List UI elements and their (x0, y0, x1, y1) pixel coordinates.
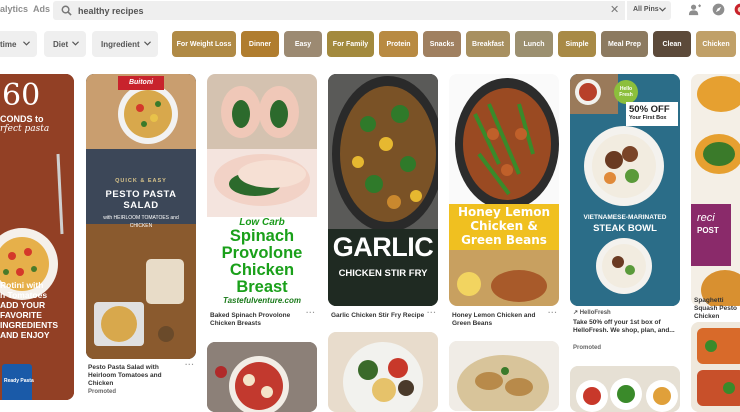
pin-hellofresh-title[interactable]: Take 50% off your 1st box of HelloFresh.… (573, 319, 677, 335)
nav-analytics-link[interactable]: alytics (0, 4, 28, 14)
search-input[interactable] (78, 3, 598, 18)
pin-honey-lemon-image (449, 74, 559, 306)
pin-hellofresh-source-name: HelloFresh (579, 310, 611, 316)
guide-dinner[interactable]: Dinner (241, 31, 279, 57)
clear-search-icon[interactable]: ✕ (610, 3, 619, 16)
guide-chicken[interactable]: Chicken (696, 31, 736, 57)
pin-meal-prep-image (691, 322, 740, 412)
external-link-icon: ↗ (573, 310, 580, 316)
chevron-down-icon (23, 41, 30, 46)
pin-ready-pasta-number: 60 (2, 78, 41, 113)
more-options-icon[interactable]: ··· (548, 308, 558, 317)
pin-pesto-title[interactable]: Pesto Pasta Salad with Heirloom Tomatoes… (88, 364, 188, 388)
guide-clean[interactable]: Clean (653, 31, 691, 57)
pin-burrito-bowl[interactable] (328, 332, 438, 412)
pin-pesto-brand-logo: Buitoni (118, 76, 164, 90)
guide-for-family[interactable]: For Family (327, 31, 374, 57)
pin-meal-prep[interactable] (691, 322, 740, 412)
top-bar: alytics Ads ✕ All Pins (0, 0, 740, 21)
pin-ready-pasta-bottom-text: Rotini with h Tomatoes ADD YOUR FAVORITE… (0, 280, 59, 340)
pin-recipost-title[interactable]: Spaghetti Squash Pesto Chicken (694, 297, 740, 321)
pin-ready-pasta-line2: CONDS to (0, 114, 44, 124)
filter-diet-label: Diet (53, 40, 69, 49)
pin-garlic-stir-fry[interactable]: GARLIC CHICKEN STIR FRY (328, 74, 438, 306)
guide-easy[interactable]: Easy (284, 31, 322, 57)
pin-hellofresh-source[interactable]: ↗ HelloFresh (573, 309, 611, 316)
pin-pesto-pasta[interactable]: Buitoni QUICK & EASY PESTO PASTA SALAD w… (86, 74, 196, 359)
guide-simple[interactable]: Simple (558, 31, 596, 57)
pin-hellofresh-banner-2: STEAK BOWL (593, 223, 657, 234)
pin-hellofresh-offer-1: 50% OFF (629, 104, 670, 115)
pin-spinach-chicken[interactable]: Low Carb Spinach Provolone Chicken Breas… (207, 74, 317, 306)
chevron-down-icon (72, 41, 79, 46)
pin-recipost[interactable]: reci POST (691, 74, 740, 306)
filter-ingredient-dropdown[interactable]: Ingredient (92, 31, 158, 57)
filter-time-label: time (0, 40, 17, 49)
pin-taco-plates[interactable] (570, 366, 680, 412)
search-bar[interactable]: ✕ (53, 1, 625, 20)
pin-ready-pasta-line3: rfect pasta (0, 124, 50, 134)
guide-meal-prep[interactable]: Meal Prep (601, 31, 648, 57)
pin-pesto-tagline: QUICK & EASY (115, 178, 167, 184)
profile-icon[interactable] (688, 3, 701, 16)
guide-lunch[interactable]: Lunch (515, 31, 553, 57)
pin-recipost-logo-2: POST (697, 226, 719, 235)
guide-for-weight-loss[interactable]: For Weight Loss (172, 31, 236, 57)
guide-protein[interactable]: Protein (379, 31, 418, 57)
pin-ready-pasta-brand: Ready Pasta (4, 378, 34, 384)
avatar[interactable] (734, 3, 740, 16)
pin-fruit-bowl-image (207, 342, 317, 412)
pin-spinach-overlay-2: Spinach Provolone Chicken Breast (221, 227, 303, 296)
filter-time-dropdown[interactable]: time (0, 31, 37, 57)
pin-recipost-logo-1: reci (697, 212, 715, 224)
pin-burrito-bowl-image (328, 332, 438, 412)
pin-pesto-heading: PESTO PASTA SALAD (105, 189, 177, 211)
pin-chicken-skillet[interactable] (449, 341, 559, 411)
guide-breakfast[interactable]: Breakfast (466, 31, 510, 57)
pin-hellofresh-promoted: Promoted (573, 345, 602, 351)
pin-pesto-subheading: with HEIRLOOM TOMATOES and CHICKEN (103, 215, 179, 229)
pin-honey-title[interactable]: Honey Lemon Chicken and Green Beans (452, 312, 552, 328)
pin-pesto-promoted: Promoted (88, 389, 117, 395)
search-scope-dropdown[interactable]: All Pins (627, 1, 671, 20)
pin-hellofresh-offer-2: Your First Box (629, 115, 667, 121)
more-options-icon[interactable]: ··· (185, 360, 195, 369)
more-options-icon[interactable]: ··· (427, 308, 437, 317)
pin-recipost-image (691, 74, 740, 306)
compass-icon[interactable] (712, 3, 725, 16)
pin-spinach-site: Tastefulventure.com (223, 296, 301, 305)
pin-hellofresh-logo: Hello Fresh (614, 80, 638, 104)
chevron-down-icon (659, 7, 666, 12)
filter-ingredient-label: Ingredient (101, 40, 140, 49)
search-scope-label: All Pins (633, 6, 659, 13)
pin-hellofresh[interactable]: Hello Fresh 50% OFF Your First Box VIETN… (570, 74, 680, 306)
pin-chicken-skillet-image (449, 341, 559, 411)
pin-garlic-overlay-1: GARLIC (332, 232, 434, 262)
more-options-icon[interactable]: ··· (306, 308, 316, 317)
search-icon (61, 5, 72, 16)
guide-snacks[interactable]: Snacks (423, 31, 461, 57)
pin-hellofresh-offer-box: 50% OFF Your First Box (626, 102, 678, 126)
pin-ready-pasta[interactable]: 60 CONDS to rfect pasta Rotini with h To… (0, 74, 74, 400)
pin-taco-plates-image (570, 366, 680, 412)
pin-honey-lemon[interactable]: Honey Lemon Chicken & Green Beans (449, 74, 559, 306)
filter-diet-dropdown[interactable]: Diet (44, 31, 86, 57)
chevron-down-icon (144, 41, 151, 46)
pin-hellofresh-banner-1: VIETNAMESE-MARINATED (583, 214, 667, 221)
pin-garlic-overlay-2: CHICKEN STIR FRY (338, 268, 428, 279)
pin-honey-overlay: Honey Lemon Chicken & Green Beans (457, 205, 551, 247)
pin-spinach-title[interactable]: Baked Spinach Provolone Chicken Breasts (210, 312, 310, 328)
pin-garlic-title[interactable]: Garlic Chicken Stir Fry Recipe (331, 312, 431, 320)
nav-ads-link[interactable]: Ads (33, 4, 50, 14)
pin-fruit-bowl[interactable] (207, 342, 317, 412)
